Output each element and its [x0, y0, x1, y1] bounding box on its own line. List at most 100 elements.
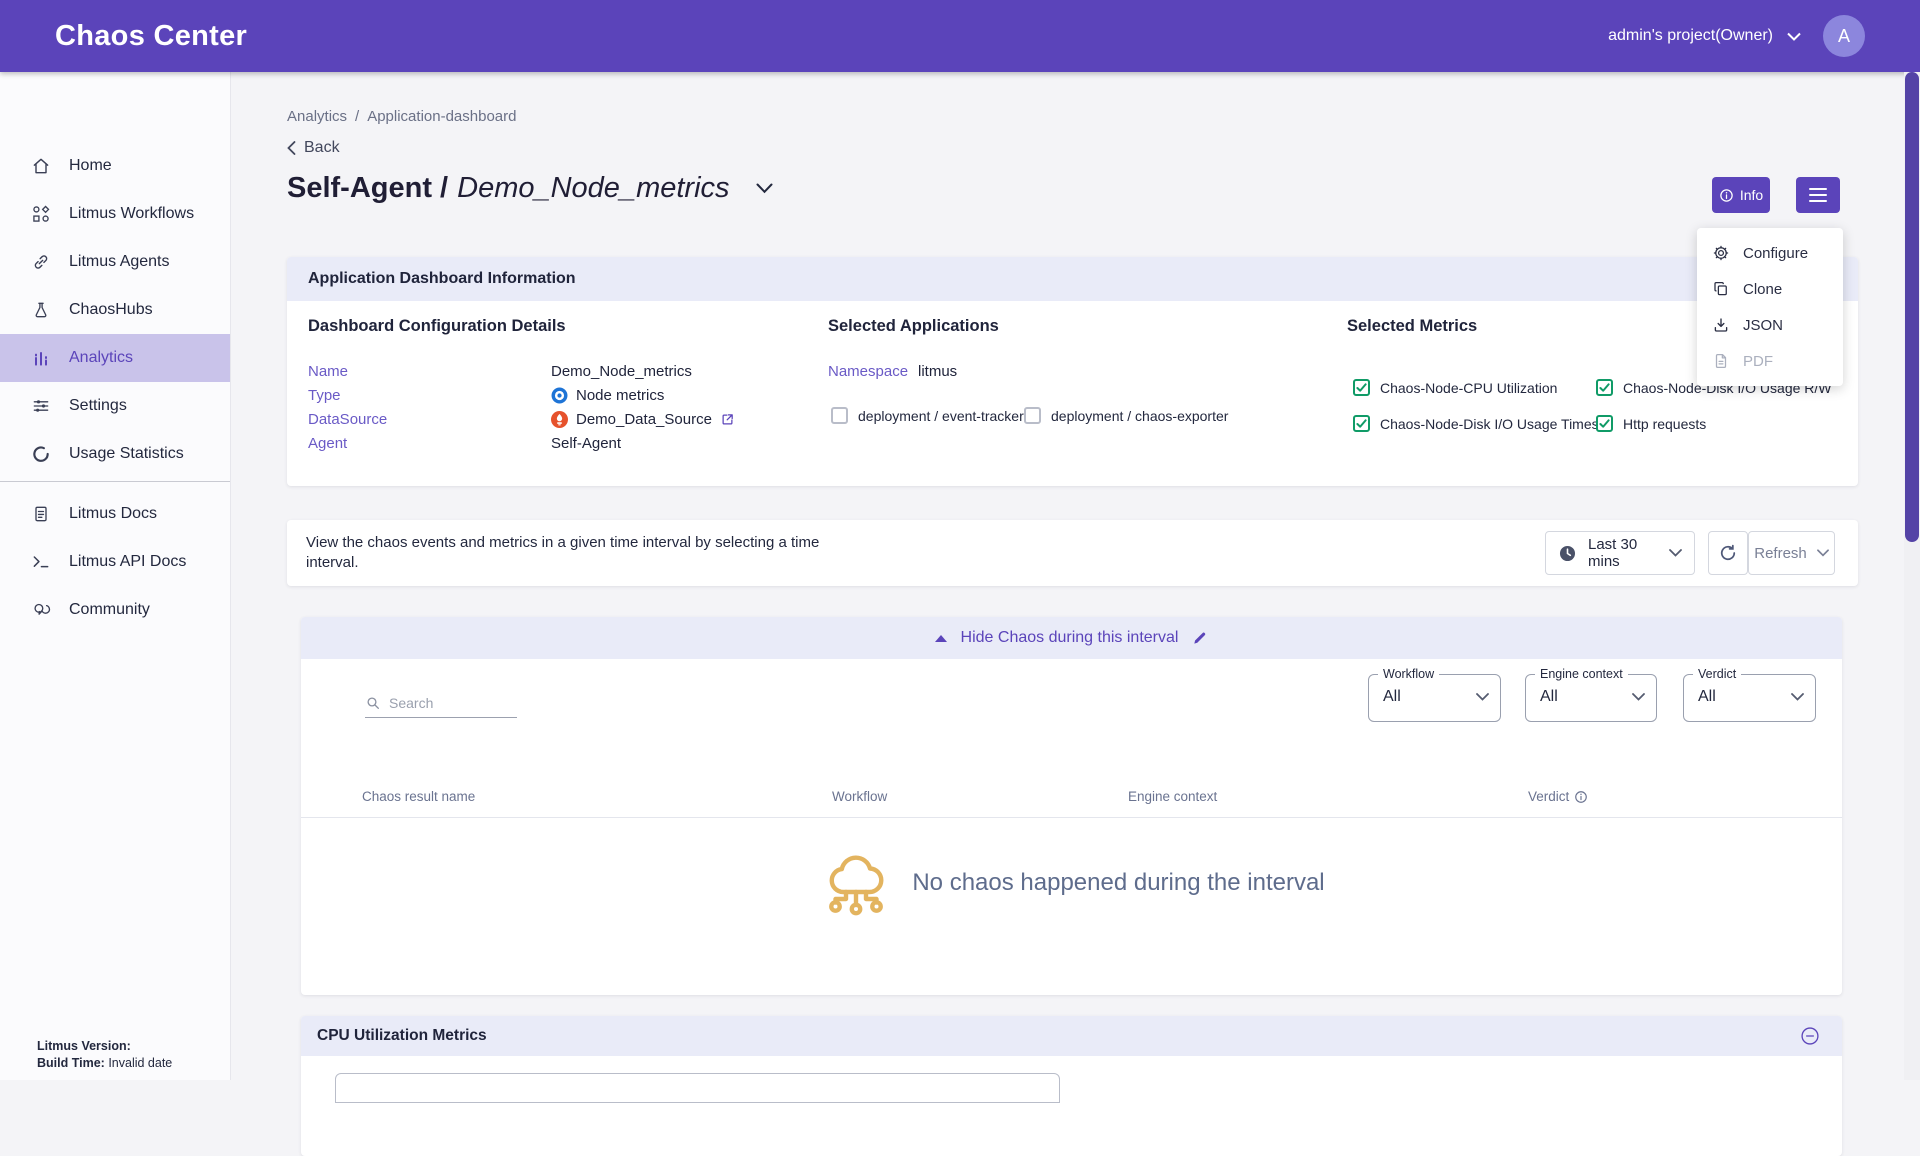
breadcrumb-analytics[interactable]: Analytics	[287, 108, 347, 125]
build-time-label: Build Time:	[37, 1056, 105, 1070]
chevron-down-icon	[1476, 693, 1489, 701]
download-icon	[1712, 316, 1730, 334]
chevron-left-icon	[287, 141, 296, 155]
verdict-info-icon[interactable]	[1574, 790, 1588, 804]
time-range-value: Last 30 mins	[1588, 536, 1658, 570]
column-workflow: Workflow	[832, 775, 887, 818]
more-options-button[interactable]	[1796, 177, 1840, 213]
name-label: Name	[308, 363, 551, 380]
external-link-icon[interactable]	[720, 412, 735, 427]
sidebar-item-litmus-agents[interactable]: Litmus Agents	[0, 238, 230, 286]
sidebar-item-analytics[interactable]: Analytics	[0, 334, 230, 382]
sidebar-item-litmus-api-docs[interactable]: Litmus API Docs	[0, 538, 230, 586]
checkbox-checked[interactable]	[1353, 379, 1370, 396]
checkbox-checked[interactable]	[1596, 379, 1613, 396]
verdict-filter-select[interactable]: Verdict All	[1683, 674, 1816, 722]
hide-chaos-toggle-bar[interactable]: Hide Chaos during this interval	[301, 617, 1842, 659]
avatar[interactable]: A	[1823, 15, 1865, 57]
search-input[interactable]	[389, 695, 507, 711]
time-range-selector[interactable]: Last 30 mins	[1545, 531, 1695, 575]
namespace-label: Namespace	[828, 363, 918, 380]
menu-item-clone[interactable]: Clone	[1697, 271, 1843, 307]
application-checkbox-event-tracker[interactable]: deployment / event-tracker	[831, 407, 1024, 424]
back-button[interactable]: Back	[287, 139, 340, 157]
scrollbar-thumb[interactable]	[1905, 72, 1919, 542]
gear-icon	[1712, 244, 1730, 262]
menu-item-json[interactable]: JSON	[1697, 307, 1843, 343]
workflow-filter-value: All	[1383, 688, 1401, 706]
breadcrumb-application-dashboard[interactable]: Application-dashboard	[367, 108, 516, 125]
sidebar: Home Litmus Workflows Litmus Agents Chao…	[0, 72, 230, 1080]
usage-circle-icon	[30, 443, 52, 465]
litmus-version-label: Litmus Version:	[37, 1039, 131, 1053]
metric-checkbox-http-requests[interactable]: Http requests	[1596, 415, 1706, 432]
metrics-section-title: Selected Metrics	[1347, 317, 1477, 336]
sidebar-item-settings[interactable]: Settings	[0, 382, 230, 430]
verdict-filter-value: All	[1698, 688, 1716, 706]
info-icon	[1719, 188, 1734, 203]
sidebar-item-community[interactable]: Community	[0, 586, 230, 634]
hamburger-icon	[1809, 188, 1827, 203]
type-label: Type	[308, 387, 551, 404]
version-info: Litmus Version: Build Time: Invalid date	[37, 1038, 172, 1072]
workflow-filter-label: Workflow	[1378, 667, 1439, 681]
app-title: Chaos Center	[55, 0, 247, 72]
sidebar-item-litmus-docs[interactable]: Litmus Docs	[0, 490, 230, 538]
name-value: Demo_Node_metrics	[551, 363, 692, 380]
chevron-down-icon	[1632, 693, 1645, 701]
edit-pencil-icon[interactable]	[1192, 630, 1208, 646]
metric-checkbox-disk-io-usage-times[interactable]: Chaos-Node-Disk I/O Usage Times	[1353, 415, 1599, 432]
link-icon	[30, 251, 52, 273]
cloud-network-icon	[818, 845, 894, 921]
datasource-value: Demo_Data_Source	[576, 411, 712, 428]
metric-checkbox-cpu-utilization[interactable]: Chaos-Node-CPU Utilization	[1353, 379, 1557, 396]
application-checkbox-chaos-exporter[interactable]: deployment / chaos-exporter	[1024, 407, 1228, 424]
sidebar-item-litmus-workflows[interactable]: Litmus Workflows	[0, 190, 230, 238]
column-verdict: Verdict	[1528, 775, 1569, 818]
flask-icon	[30, 299, 52, 321]
checkbox-checked[interactable]	[1596, 415, 1613, 432]
refresh-now-button[interactable]	[1708, 531, 1748, 575]
engine-context-filter-label: Engine context	[1535, 667, 1628, 681]
workflow-filter-select[interactable]: Workflow All	[1368, 674, 1501, 722]
dashboard-switch-caret[interactable]	[756, 183, 773, 194]
time-interval-panel: View the chaos events and metrics in a g…	[287, 520, 1858, 586]
collapse-arrow-icon[interactable]	[935, 635, 947, 642]
agent-label: Agent	[308, 435, 551, 452]
chat-bubbles-icon	[30, 599, 52, 621]
build-time-value: Invalid date	[105, 1056, 172, 1070]
refresh-interval-dropdown[interactable]: Refresh	[1748, 531, 1835, 575]
type-value: Node metrics	[576, 387, 664, 404]
menu-item-pdf: PDF	[1697, 343, 1843, 379]
search-field[interactable]	[365, 695, 517, 718]
hide-chaos-label[interactable]: Hide Chaos during this interval	[961, 629, 1179, 647]
chevron-down-icon	[1787, 32, 1801, 41]
minus-circle-icon[interactable]	[1800, 1026, 1820, 1046]
engine-context-filter-select[interactable]: Engine context All	[1525, 674, 1657, 722]
copy-icon	[1712, 280, 1730, 298]
sidebar-item-usage-statistics[interactable]: Usage Statistics	[0, 430, 230, 478]
checkbox-unchecked[interactable]	[1024, 407, 1041, 424]
sidebar-item-home[interactable]: Home	[0, 142, 230, 190]
agent-name: Self-Agent /	[287, 172, 448, 205]
panel-header: Application Dashboard Information	[287, 257, 1858, 301]
home-icon	[30, 155, 52, 177]
app-header: Chaos Center admin's project(Owner) A	[0, 0, 1920, 72]
info-button[interactable]: Info	[1712, 177, 1770, 213]
chevron-down-icon	[1817, 549, 1829, 557]
page-title: Self-Agent / Demo_Node_metrics	[287, 172, 773, 205]
project-name: admin's project(Owner)	[1608, 27, 1773, 45]
checkbox-unchecked[interactable]	[831, 407, 848, 424]
scrollbar-track[interactable]	[1904, 72, 1920, 1080]
project-switcher[interactable]: admin's project(Owner)	[1608, 27, 1801, 45]
cpu-filter-box[interactable]	[335, 1073, 1060, 1103]
checkbox-checked[interactable]	[1353, 415, 1370, 432]
search-icon	[365, 695, 381, 711]
chevron-down-icon	[1791, 693, 1804, 701]
menu-item-configure[interactable]: Configure	[1697, 235, 1843, 271]
document-icon	[30, 503, 52, 525]
breadcrumb: Analytics / Application-dashboard	[287, 108, 516, 125]
cpu-panel-header: CPU Utilization Metrics	[301, 1016, 1842, 1056]
sidebar-item-chaoshubs[interactable]: ChaosHubs	[0, 286, 230, 334]
node-metrics-icon	[551, 387, 568, 404]
